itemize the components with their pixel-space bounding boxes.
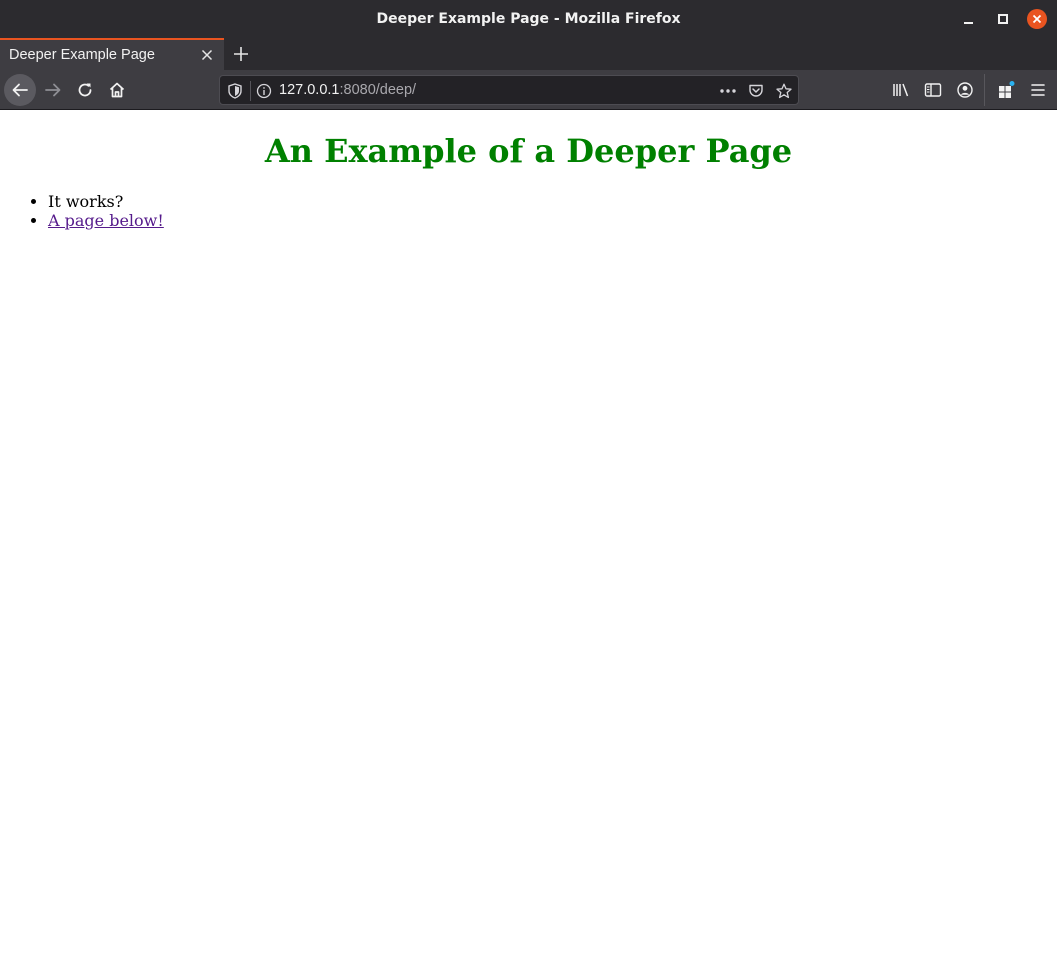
maximize-icon[interactable] <box>993 9 1013 29</box>
toolbar-divider <box>984 74 985 106</box>
page-below-link[interactable]: A page below! <box>48 211 164 230</box>
urlbar-separator <box>250 81 251 101</box>
extensions-icon[interactable] <box>996 80 1016 100</box>
star-icon[interactable] <box>775 82 793 100</box>
new-tab-plus-icon[interactable] <box>231 44 251 64</box>
sidebar-icon[interactable] <box>923 80 943 100</box>
close-icon[interactable] <box>1027 9 1047 29</box>
window-title: Deeper Example Page - Mozilla Firefox <box>376 11 681 27</box>
list-item: It works? <box>48 192 164 211</box>
minimize-icon[interactable] <box>959 9 979 29</box>
navigation-toolbar: 127.0.0.1:8080/deep/ <box>0 70 1057 110</box>
page-heading: An Example of a Deeper Page <box>264 132 793 170</box>
back-arrow-icon[interactable] <box>4 74 36 106</box>
list-item-text: It works? <box>48 192 124 211</box>
list-item: A page below! <box>48 211 164 230</box>
account-icon[interactable] <box>955 80 975 100</box>
address-bar[interactable]: 127.0.0.1:8080/deep/ <box>219 75 799 105</box>
reload-icon[interactable] <box>69 74 101 106</box>
tab-label: Deeper Example Page <box>9 47 155 63</box>
hamburger-menu-icon[interactable] <box>1028 80 1048 100</box>
pocket-icon[interactable] <box>747 82 765 100</box>
shield-icon[interactable] <box>226 82 244 100</box>
forward-arrow-icon[interactable] <box>37 74 69 106</box>
url-host: 127.0.0.1 <box>279 82 340 98</box>
library-icon[interactable] <box>891 80 911 100</box>
page-list: It works? A page below! <box>48 192 164 230</box>
url-path: :8080/deep/ <box>339 82 417 98</box>
window-titlebar: Deeper Example Page - Mozilla Firefox <box>0 0 1057 38</box>
tab-strip: Deeper Example Page <box>0 38 1057 70</box>
more-dots-icon[interactable] <box>718 82 738 100</box>
page-content: An Example of a Deeper Page It works? A … <box>0 111 1057 955</box>
home-icon[interactable] <box>101 74 133 106</box>
tab-close-icon[interactable] <box>199 47 215 63</box>
info-icon[interactable] <box>255 82 273 100</box>
tab-deeper-example-page[interactable]: Deeper Example Page <box>0 38 224 70</box>
url-text[interactable]: 127.0.0.1:8080/deep/ <box>279 82 416 98</box>
